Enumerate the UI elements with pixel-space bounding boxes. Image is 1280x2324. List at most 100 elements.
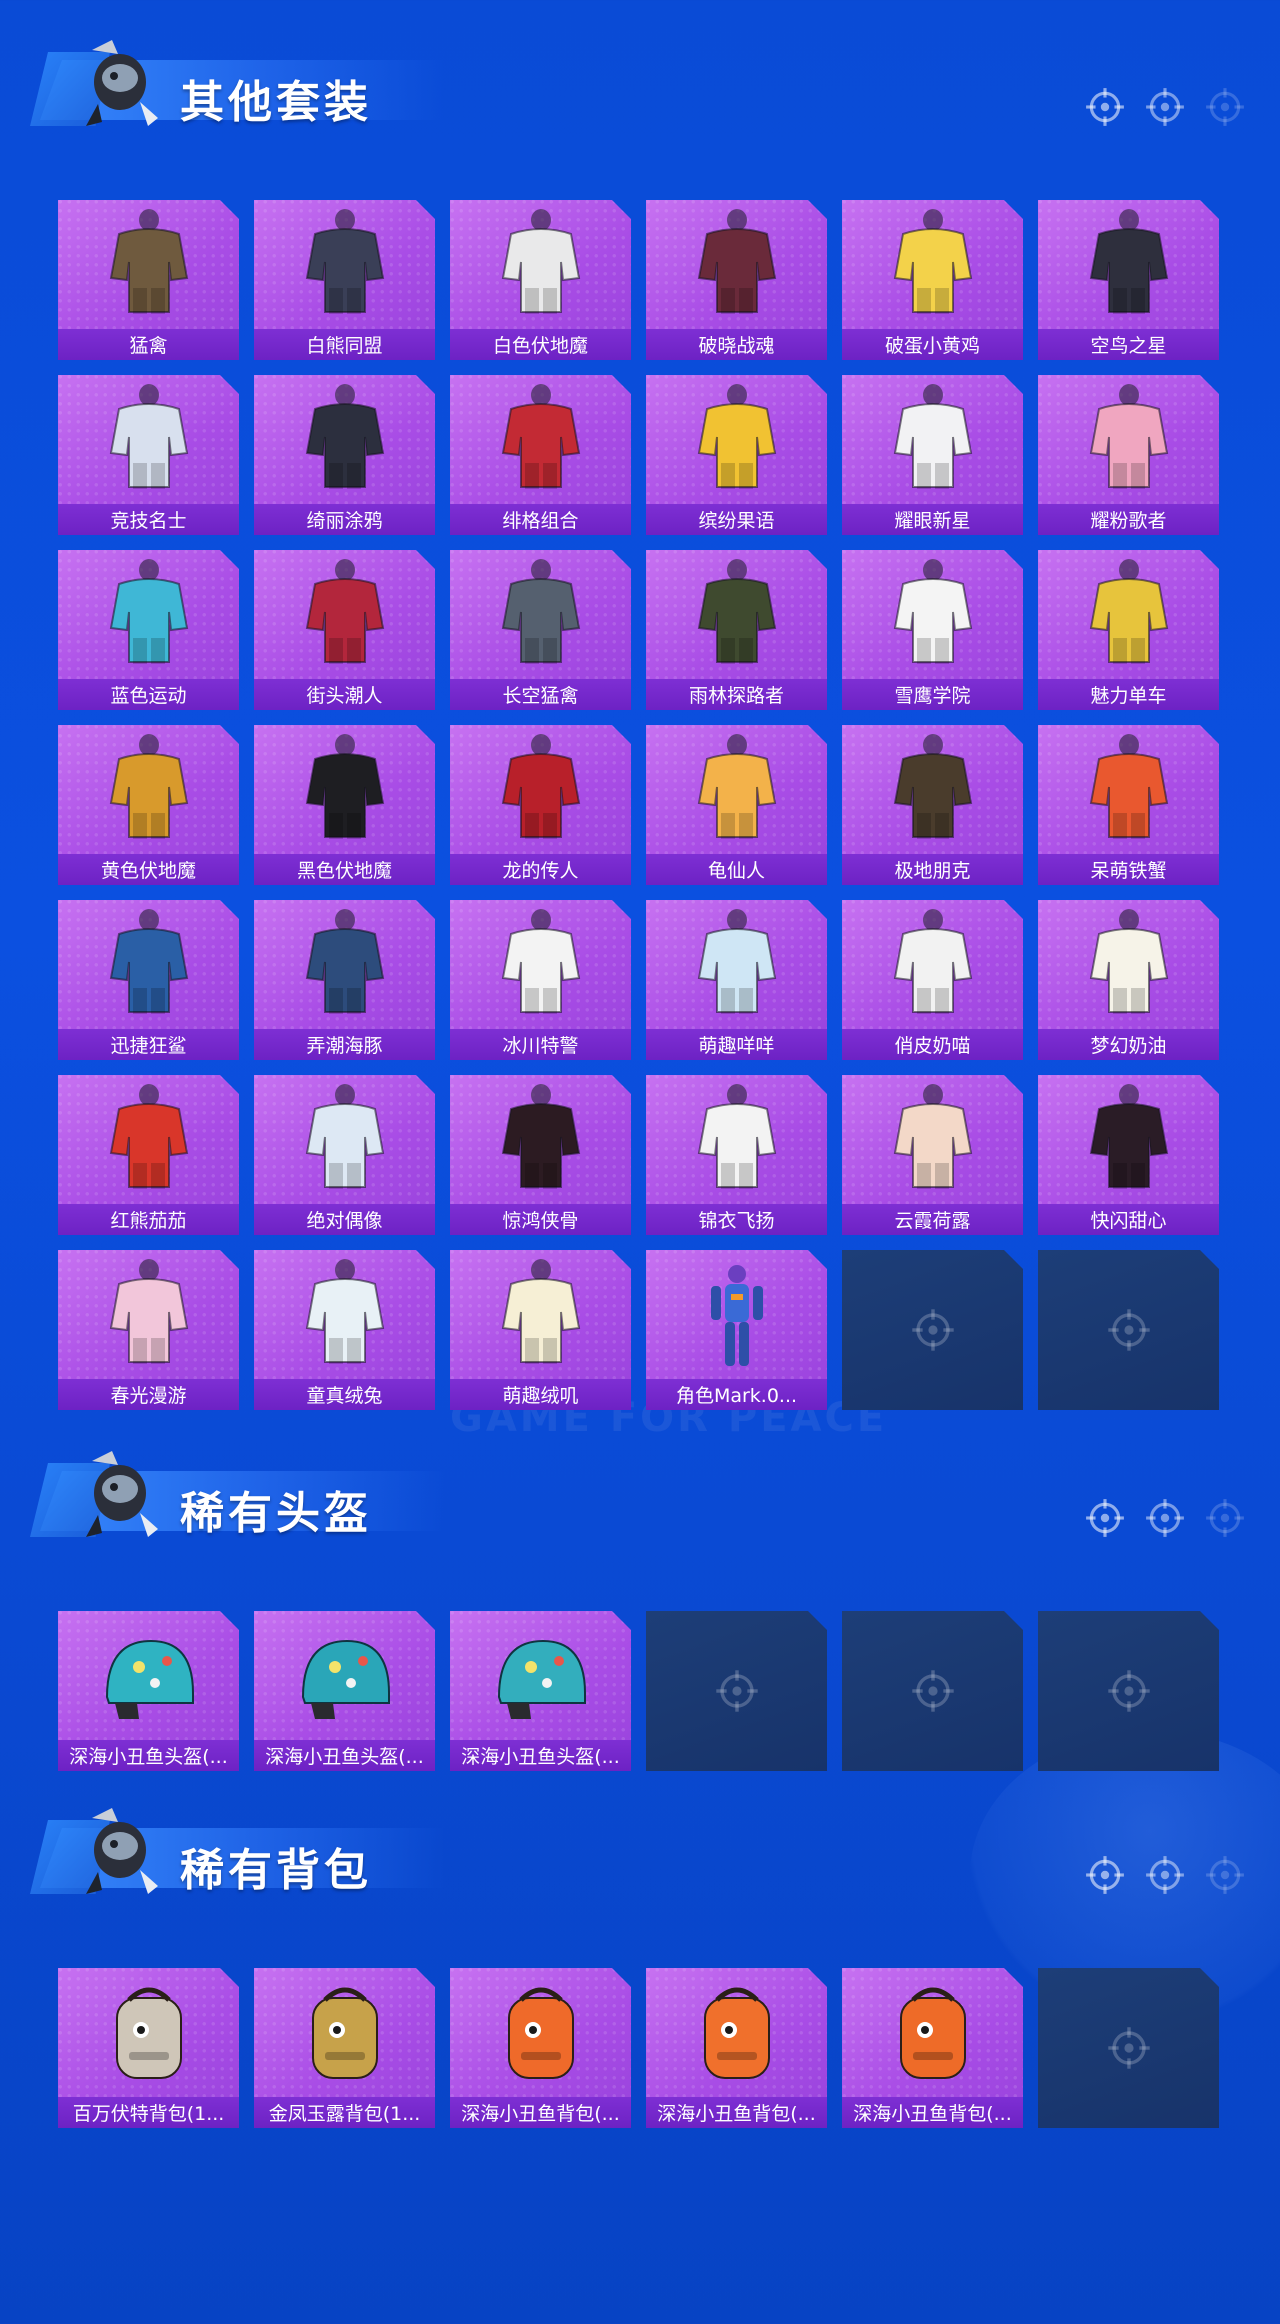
item-card[interactable]: 萌趣绒叽 bbox=[450, 1250, 631, 1410]
backpack-icon bbox=[115, 1987, 182, 2079]
item-card[interactable]: 长空猛禽 bbox=[450, 550, 631, 710]
item-label-bar: 白色伏地魔 bbox=[450, 329, 631, 360]
item-card[interactable]: 快闪甜心 bbox=[1038, 1075, 1219, 1235]
item-card[interactable]: 角色Mark.0... bbox=[646, 1250, 827, 1410]
item-name: 破晓战魂 bbox=[698, 335, 775, 357]
outfit-icon bbox=[893, 1084, 972, 1189]
crosshair-icon bbox=[1146, 1856, 1184, 1894]
empty-slot-icon bbox=[1107, 2027, 1150, 2069]
item-card[interactable]: 雪鹰学院 bbox=[842, 550, 1023, 710]
item-name: 白色伏地魔 bbox=[492, 335, 588, 357]
outfit-icon bbox=[109, 1259, 188, 1364]
item-card[interactable]: 迅捷狂鲨 bbox=[58, 900, 239, 1060]
item-card[interactable]: 龟仙人 bbox=[646, 725, 827, 885]
item-card[interactable]: 白熊同盟 bbox=[254, 200, 435, 360]
item-label-bar: 春光漫游 bbox=[58, 1379, 239, 1410]
item-card[interactable]: 深海小丑鱼头盔(... bbox=[450, 1611, 631, 1771]
item-card[interactable]: 街头潮人 bbox=[254, 550, 435, 710]
item-card[interactable]: 竞技名士 bbox=[58, 375, 239, 535]
outfit-icon bbox=[501, 1084, 580, 1189]
item-card[interactable]: 童真绒兔 bbox=[254, 1250, 435, 1410]
item-name: 锦衣飞扬 bbox=[698, 1210, 775, 1232]
item-card[interactable]: 深海小丑鱼背包(... bbox=[842, 1968, 1023, 2128]
item-name: 黄色伏地魔 bbox=[100, 860, 196, 882]
crosshair-icon bbox=[1146, 1499, 1184, 1537]
item-grid: 猛禽 白熊同盟 白色伏地魔 破晓战魂 破蛋小黄鸡 空鸟之星竞技名士 绮丽涂鸦 绯格组合 缤纷果语… bbox=[58, 200, 1219, 1410]
item-name: 白熊同盟 bbox=[306, 335, 383, 357]
item-card[interactable]: 惊鸿侠骨 bbox=[450, 1075, 631, 1235]
item-card[interactable]: 耀眼新星 bbox=[842, 375, 1023, 535]
item-name: 魅力单车 bbox=[1090, 685, 1167, 707]
crosshair-icon bbox=[1144, 1497, 1186, 1539]
item-name: 角色Mark.0... bbox=[675, 1385, 798, 1407]
item-card[interactable]: 龙的传人 bbox=[450, 725, 631, 885]
item-name: 雨林探路者 bbox=[688, 685, 784, 707]
item-card[interactable]: 雨林探路者 bbox=[646, 550, 827, 710]
item-card[interactable]: 绮丽涂鸦 bbox=[254, 375, 435, 535]
item-card[interactable]: 深海小丑鱼头盔(... bbox=[254, 1611, 435, 1771]
crosshair-icon bbox=[1084, 1854, 1126, 1896]
item-card[interactable]: 白色伏地魔 bbox=[450, 200, 631, 360]
item-label-bar: 冰川特警 bbox=[450, 1029, 631, 1060]
item-name: 龟仙人 bbox=[707, 860, 765, 882]
item-card[interactable]: 绝对偶像 bbox=[254, 1075, 435, 1235]
item-card[interactable]: 弄潮海豚 bbox=[254, 900, 435, 1060]
item-name: 冰川特警 bbox=[502, 1035, 579, 1057]
item-card[interactable]: 猛禽 bbox=[58, 200, 239, 360]
item-card[interactable]: 空鸟之星 bbox=[1038, 200, 1219, 360]
item-name: 迅捷狂鲨 bbox=[110, 1035, 187, 1057]
item-card[interactable]: 深海小丑鱼背包(... bbox=[646, 1968, 827, 2128]
mascot-icon bbox=[86, 1451, 158, 1537]
outfit-icon bbox=[697, 1084, 776, 1189]
item-card[interactable]: 缤纷果语 bbox=[646, 375, 827, 535]
item-name: 猛禽 bbox=[129, 335, 168, 357]
item-label-bar: 龙的传人 bbox=[450, 854, 631, 885]
item-card[interactable]: 绯格组合 bbox=[450, 375, 631, 535]
crosshair-icon bbox=[1204, 86, 1246, 128]
item-card[interactable]: 破晓战魂 bbox=[646, 200, 827, 360]
outfit-icon bbox=[1089, 1084, 1168, 1189]
outfit-icon bbox=[697, 909, 776, 1014]
outfit-icon bbox=[893, 209, 972, 314]
item-card[interactable]: 春光漫游 bbox=[58, 1250, 239, 1410]
item-card[interactable]: 呆萌铁蟹 bbox=[1038, 725, 1219, 885]
item-card[interactable]: 黑色伏地魔 bbox=[254, 725, 435, 885]
item-card[interactable]: 金凤玉露背包(1... bbox=[254, 1968, 435, 2128]
empty-slot bbox=[842, 1250, 1023, 1410]
item-label-bar: 白熊同盟 bbox=[254, 329, 435, 360]
item-name: 深海小丑鱼背包(... bbox=[461, 2103, 620, 2125]
outfit-icon bbox=[697, 734, 776, 839]
item-name: 萌趣绒叽 bbox=[502, 1385, 579, 1407]
item-label-bar: 魅力单车 bbox=[1038, 679, 1219, 710]
item-card[interactable]: 萌趣咩咩 bbox=[646, 900, 827, 1060]
item-card[interactable]: 锦衣飞扬 bbox=[646, 1075, 827, 1235]
outfit-icon bbox=[697, 384, 776, 489]
item-card[interactable]: 梦幻奶油 bbox=[1038, 900, 1219, 1060]
item-card[interactable]: 魅力单车 bbox=[1038, 550, 1219, 710]
item-card[interactable]: 冰川特警 bbox=[450, 900, 631, 1060]
item-card[interactable]: 百万伏特背包(1... bbox=[58, 1968, 239, 2128]
item-name: 惊鸿侠骨 bbox=[502, 1210, 579, 1232]
empty-slot bbox=[1038, 1968, 1219, 2128]
item-label-bar: 深海小丑鱼背包(... bbox=[450, 2097, 631, 2128]
item-card[interactable]: 黄色伏地魔 bbox=[58, 725, 239, 885]
item-card[interactable]: 破蛋小黄鸡 bbox=[842, 200, 1023, 360]
item-name: 快闪甜心 bbox=[1090, 1210, 1167, 1232]
item-card[interactable]: 耀粉歌者 bbox=[1038, 375, 1219, 535]
item-card[interactable]: 俏皮奶喵 bbox=[842, 900, 1023, 1060]
item-card[interactable]: 云霞荷露 bbox=[842, 1075, 1023, 1235]
outfit-icon bbox=[109, 209, 188, 314]
outfit-icon bbox=[893, 909, 972, 1014]
item-name: 长空猛禽 bbox=[502, 685, 579, 707]
outfit-icon bbox=[305, 909, 384, 1014]
item-name: 红熊茄茄 bbox=[110, 1210, 187, 1232]
item-name: 黑色伏地魔 bbox=[296, 860, 392, 882]
item-card[interactable]: 极地朋克 bbox=[842, 725, 1023, 885]
item-label-bar: 猛禽 bbox=[58, 329, 239, 360]
item-card[interactable]: 深海小丑鱼头盔(... bbox=[58, 1611, 239, 1771]
item-name: 缤纷果语 bbox=[698, 510, 775, 532]
item-card[interactable]: 蓝色运动 bbox=[58, 550, 239, 710]
crosshair-icon bbox=[1206, 1499, 1244, 1537]
item-card[interactable]: 红熊茄茄 bbox=[58, 1075, 239, 1235]
item-card[interactable]: 深海小丑鱼背包(... bbox=[450, 1968, 631, 2128]
